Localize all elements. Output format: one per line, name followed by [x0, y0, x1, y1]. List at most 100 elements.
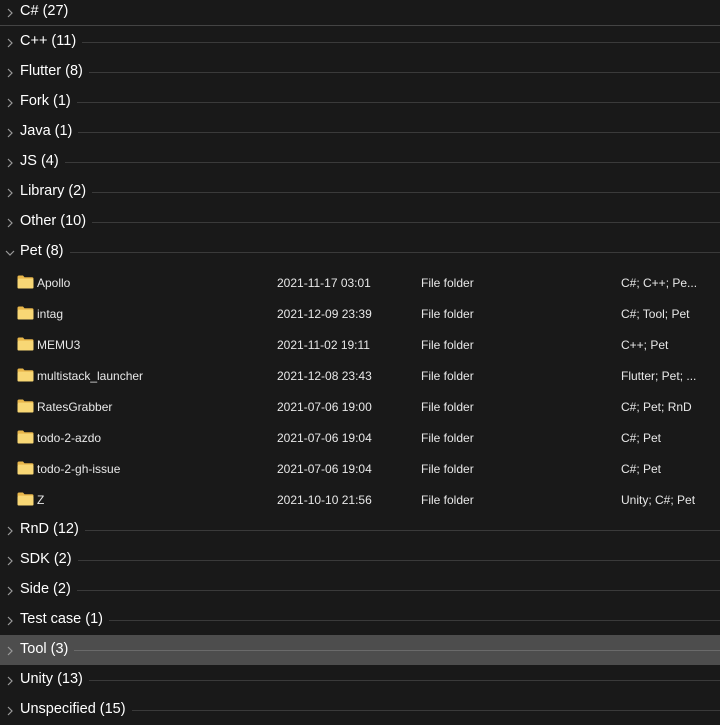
group-header[interactable]: Tool (3): [0, 635, 720, 665]
folder-icon: [17, 306, 34, 320]
file-tags: C#; Tool; Pet: [621, 307, 690, 321]
group-label: Unity (13): [20, 671, 83, 687]
file-row[interactable]: RatesGrabber 2021-07-06 19:00 File folder C…: [0, 391, 720, 422]
group-header[interactable]: Unity (13): [0, 665, 720, 695]
group-label: Unspecified (15): [20, 701, 126, 717]
file-row[interactable]: Z 2021-10-10 21:56 File folder Unity; C#; P…: [0, 484, 720, 515]
date-modified: 2021-11-17 03:01: [277, 276, 371, 290]
date-modified: 2021-12-08 23:43: [277, 369, 372, 383]
group-label: Side (2): [20, 581, 71, 597]
group-header[interactable]: Unspecified (15): [0, 695, 720, 725]
file-row[interactable]: intag 2021-12-09 23:39 File folder C#; Tool…: [0, 298, 720, 329]
group-label: C# (27): [20, 3, 69, 19]
chevron-right-icon[interactable]: [4, 36, 16, 48]
chevron-right-icon[interactable]: [4, 674, 16, 686]
group-header[interactable]: JS (4): [0, 147, 720, 177]
group-header[interactable]: Library (2): [0, 177, 720, 207]
chevron-right-icon[interactable]: [4, 644, 16, 656]
group-header[interactable]: Pet (8): [0, 237, 720, 267]
date-modified: 2021-07-06 19:00: [277, 400, 372, 414]
group-header[interactable]: Flutter (8): [0, 57, 720, 87]
file-name: intag: [37, 307, 64, 321]
file-type: File folder: [421, 462, 474, 476]
group-divider: [131, 710, 720, 711]
group-header[interactable]: Fork (1): [0, 87, 720, 117]
group-header[interactable]: Side (2): [0, 575, 720, 605]
file-tags: Unity; C#; Pet: [621, 493, 696, 507]
file-row[interactable]: Apollo 2021-11-17 03:01 File folder C#; C++…: [0, 267, 720, 298]
file-name: RatesGrabber: [37, 400, 113, 414]
file-tags: C#; Pet; RnD: [621, 400, 692, 414]
date-modified: 2021-10-10 21:56: [277, 493, 372, 507]
file-tags: Flutter; Pet; ...: [621, 369, 697, 383]
group-divider: [92, 192, 720, 193]
folder-icon: [17, 275, 34, 289]
chevron-right-icon[interactable]: [4, 614, 16, 626]
group-divider: [69, 252, 720, 253]
group-divider: [109, 620, 720, 621]
group-divider: [84, 530, 720, 531]
chevron-right-icon[interactable]: [4, 66, 16, 78]
file-type: File folder: [421, 369, 474, 383]
chevron-right-icon[interactable]: [4, 524, 16, 536]
date-modified: 2021-07-06 19:04: [277, 462, 372, 476]
file-tags: C#; C++; Pe...: [621, 276, 698, 290]
file-name: multistack_launcher: [37, 369, 144, 383]
group-label: Other (10): [20, 213, 87, 229]
group-divider: [76, 102, 720, 103]
chevron-right-icon[interactable]: [4, 156, 16, 168]
chevron-right-icon[interactable]: [4, 6, 16, 18]
chevron-right-icon[interactable]: [4, 704, 16, 716]
date-modified: 2021-11-02 19:11: [277, 338, 370, 352]
folder-icon: [17, 399, 34, 413]
file-list-grouped: C# (27) C++ (11) Flutter (8) Fork (1) Java (…: [0, 0, 720, 725]
file-row[interactable]: MEMU3 2021-11-02 19:11 File folder C++; Pet: [0, 329, 720, 360]
group-header[interactable]: Other (10): [0, 207, 720, 237]
file-row[interactable]: todo-2-gh-issue 2021-07-06 19:04 File fold…: [0, 453, 720, 484]
date-modified: 2021-12-09 23:39: [277, 307, 372, 321]
group-divider: [92, 222, 720, 223]
group-divider: [76, 590, 720, 591]
group-header[interactable]: Test case (1): [0, 605, 720, 635]
group-header[interactable]: Java (1): [0, 117, 720, 147]
folder-icon: [17, 337, 34, 351]
chevron-down-icon[interactable]: [4, 246, 16, 258]
group-header[interactable]: SDK (2): [0, 545, 720, 575]
group-label: Pet (8): [20, 243, 64, 259]
file-type: File folder: [421, 338, 474, 352]
group-label: Java (1): [20, 123, 73, 139]
group-header[interactable]: RnD (12): [0, 515, 720, 545]
file-type: File folder: [421, 493, 474, 507]
chevron-right-icon[interactable]: [4, 216, 16, 228]
folder-icon: [17, 368, 34, 382]
group-header[interactable]: C++ (11): [0, 27, 720, 57]
file-type: File folder: [421, 400, 474, 414]
group-label: JS (4): [20, 153, 59, 169]
group-label: Tool (3): [20, 641, 69, 657]
group-label: Fork (1): [20, 93, 71, 109]
chevron-right-icon[interactable]: [4, 96, 16, 108]
group-divider: [88, 680, 720, 681]
chevron-right-icon[interactable]: [4, 584, 16, 596]
file-name: todo-2-gh-issue: [37, 462, 121, 476]
chevron-right-icon[interactable]: [4, 126, 16, 138]
group-divider: [78, 132, 720, 133]
file-name: Apollo: [37, 276, 71, 290]
file-tags: C#; Pet: [621, 431, 662, 445]
group-header[interactable]: C# (27): [0, 0, 720, 27]
group-divider: [74, 650, 720, 651]
file-type: File folder: [421, 307, 474, 321]
chevron-right-icon[interactable]: [4, 186, 16, 198]
group-label: C++ (11): [20, 33, 77, 49]
group-label: Test case (1): [20, 611, 103, 627]
folder-icon: [17, 461, 34, 475]
file-tags: C#; Pet: [621, 462, 662, 476]
group-divider: [77, 560, 720, 561]
file-tags: C++; Pet: [621, 338, 669, 352]
file-row[interactable]: todo-2-azdo 2021-07-06 19:04 File folder C#…: [0, 422, 720, 453]
group-label: Library (2): [20, 183, 87, 199]
group-label: RnD (12): [20, 521, 79, 537]
chevron-right-icon[interactable]: [4, 554, 16, 566]
file-row[interactable]: multistack_launcher 2021-12-08 23:43 File …: [0, 360, 720, 391]
date-modified: 2021-07-06 19:04: [277, 431, 372, 445]
